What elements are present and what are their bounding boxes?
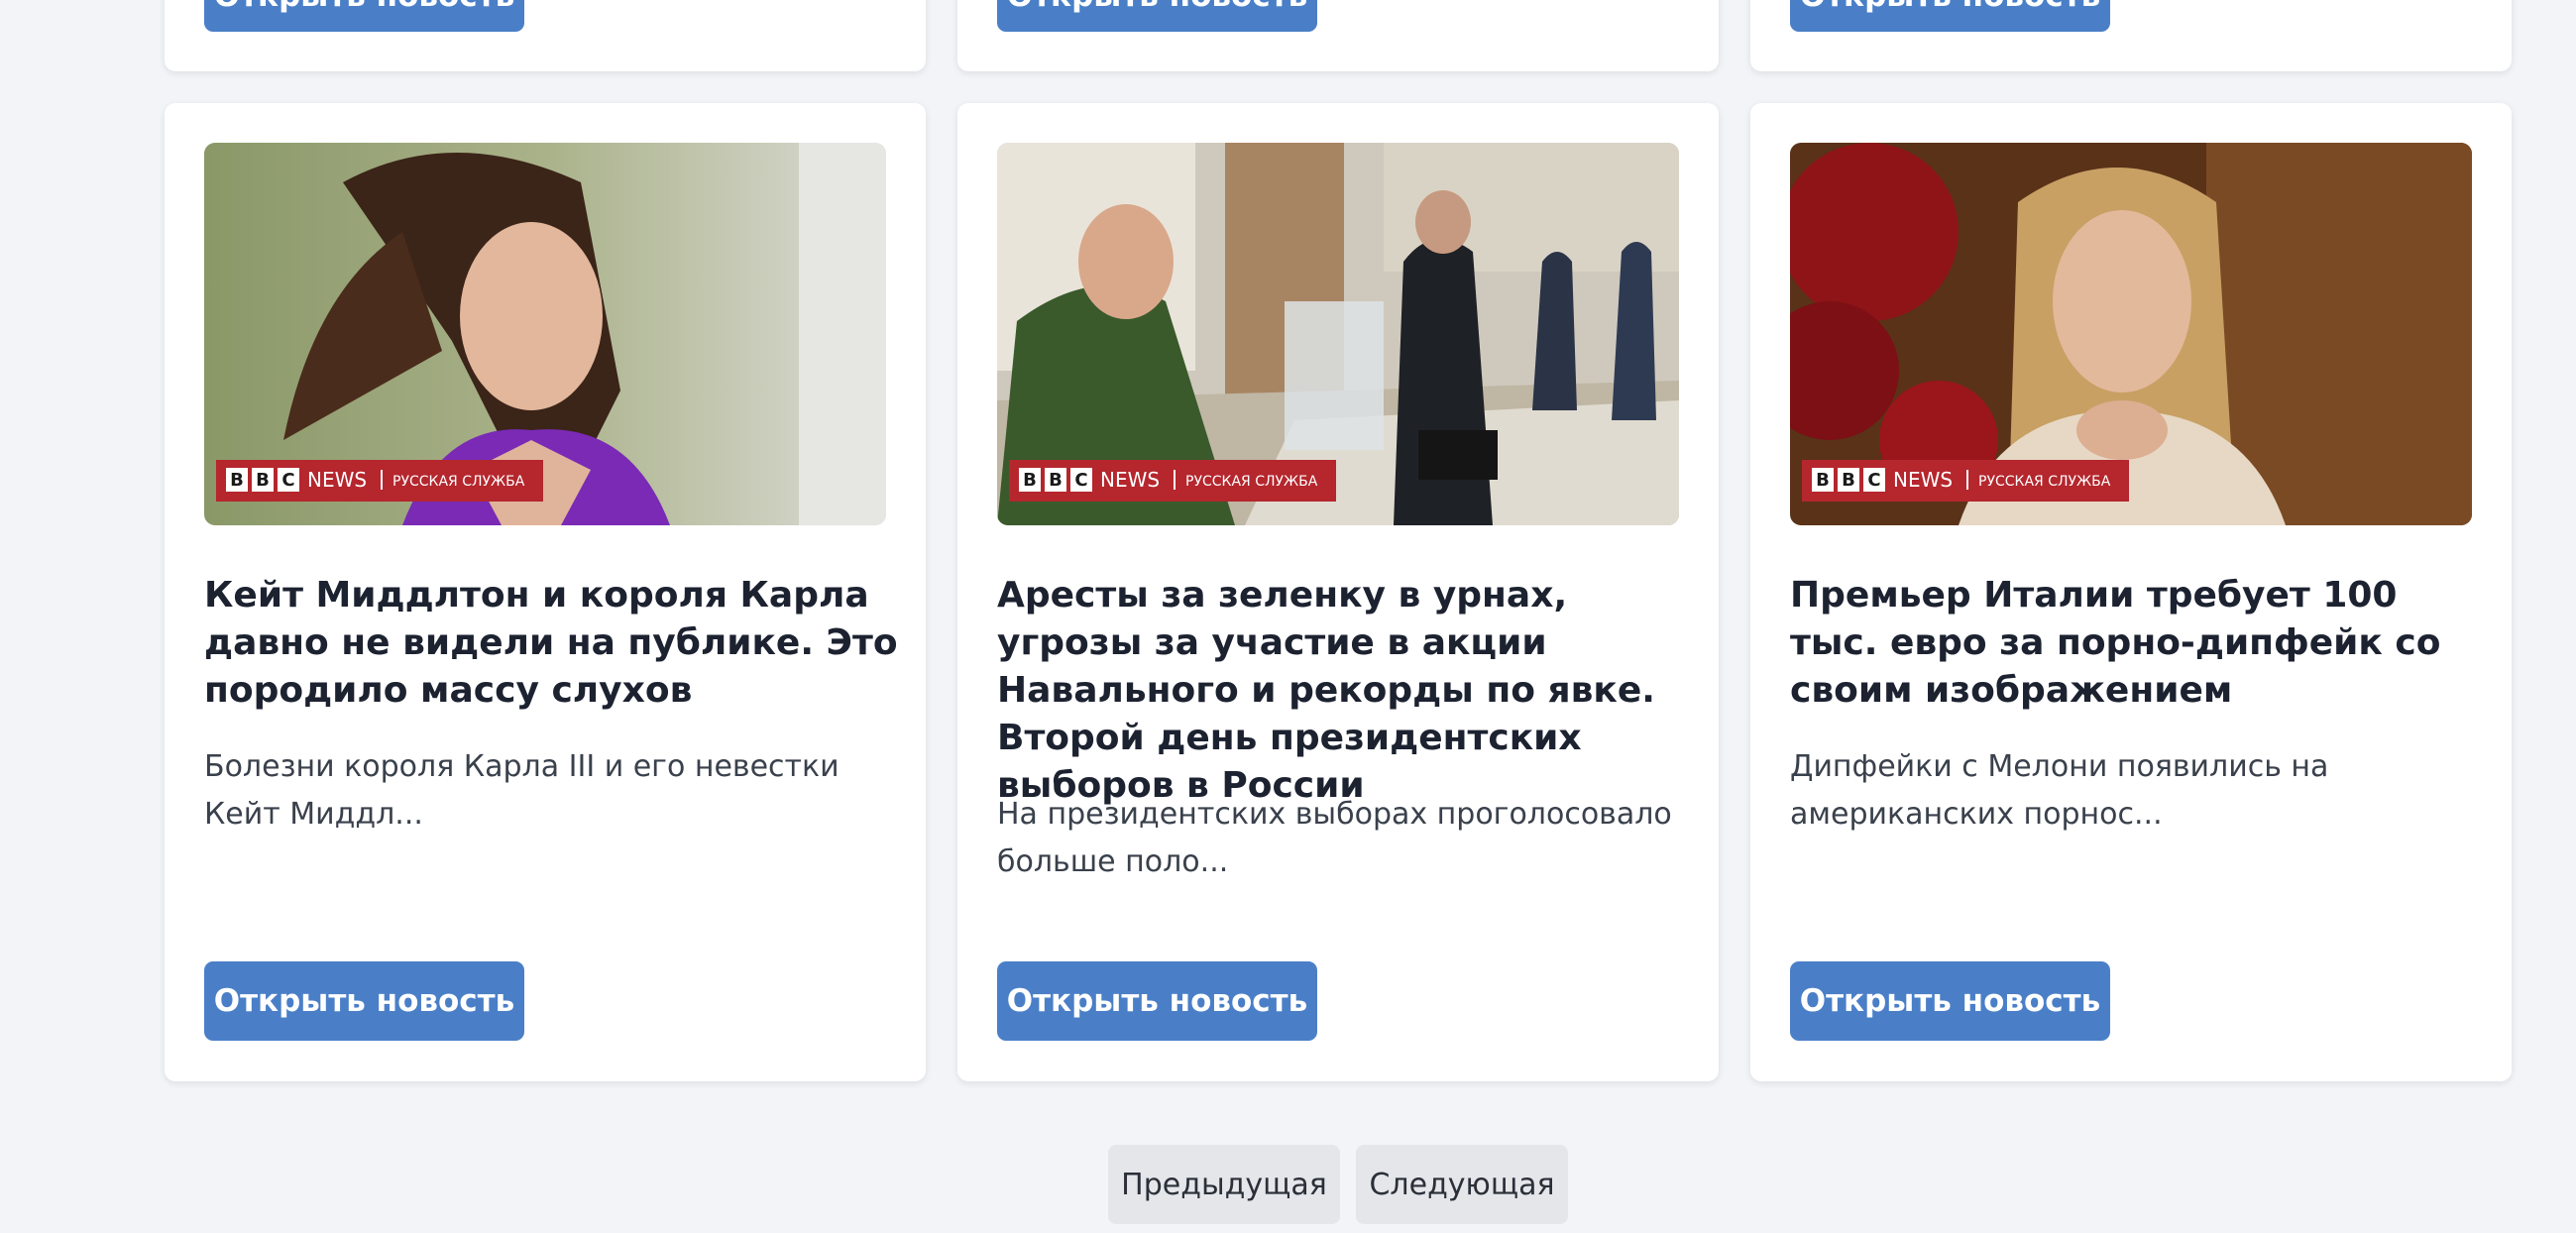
bbc-logo-letter: B — [1842, 470, 1855, 491]
news-card-top-1: Открыть новость — [165, 0, 926, 71]
news-thumbnail: B B C NEWS РУССКАЯ СЛУЖБА — [997, 143, 1679, 525]
bbc-news-word: NEWS — [1100, 468, 1160, 492]
news-description: На президентских выборах проголосовало б… — [997, 797, 1672, 879]
bbc-logo-letter: C — [281, 470, 294, 491]
bbc-service-name: РУССКАЯ СЛУЖБА — [1185, 474, 1318, 490]
bbc-logo-letter: B — [1049, 470, 1063, 491]
open-news-button[interactable]: Открыть новость — [1790, 0, 2110, 32]
open-news-button[interactable]: Открыть новость — [1790, 961, 2110, 1041]
bbc-logo-letter: B — [230, 470, 244, 491]
news-card: B B C NEWS РУССКАЯ СЛУЖБА Премьер Италии… — [1750, 103, 2512, 1081]
portrait-photo: B B C NEWS РУССКАЯ СЛУЖБА — [204, 143, 886, 525]
news-card: B B C NEWS РУССКАЯ СЛУЖБА Кейт Миддлтон … — [165, 103, 926, 1081]
news-card: B B C NEWS РУССКАЯ СЛУЖБА Аресты за зеле… — [957, 103, 1719, 1081]
news-title: Аресты за зеленку в урнах, угрозы за уча… — [997, 575, 1655, 806]
open-news-button[interactable]: Открыть новость — [204, 961, 524, 1041]
bbc-news-word: NEWS — [307, 468, 367, 492]
bbc-logo-letter: B — [1023, 470, 1037, 491]
bbc-news-banner: B B C NEWS РУССКАЯ СЛУЖБА — [1009, 460, 1336, 502]
open-news-button[interactable]: Открыть новость — [997, 961, 1317, 1041]
bbc-service-name: РУССКАЯ СЛУЖБА — [392, 474, 525, 490]
bbc-news-word: NEWS — [1893, 468, 1953, 492]
news-title: Премьер Италии требует 100 тыс. евро за … — [1790, 575, 2441, 711]
news-thumbnail: B B C NEWS РУССКАЯ СЛУЖБА — [1790, 143, 2472, 525]
bbc-news-banner: B B C NEWS РУССКАЯ СЛУЖБА — [1802, 460, 2129, 502]
news-thumbnail: B B C NEWS РУССКАЯ СЛУЖБА — [204, 143, 886, 525]
news-card-top-3: Открыть новость — [1750, 0, 2512, 71]
bbc-service-name: РУССКАЯ СЛУЖБА — [1978, 474, 2111, 490]
portrait-photo: B B C NEWS РУССКАЯ СЛУЖБА — [1790, 143, 2472, 525]
news-page: Открыть новость Открыть новость Открыть … — [0, 0, 2576, 1233]
news-title: Кейт Миддлтон и короля Карла давно не ви… — [204, 575, 898, 711]
open-news-button[interactable]: Открыть новость — [997, 0, 1317, 32]
news-description: Болезни короля Карла III и его невестки … — [204, 749, 840, 832]
next-page-button[interactable]: Следующая — [1356, 1145, 1568, 1224]
bbc-logo-letter: B — [1816, 470, 1830, 491]
bbc-logo-letter: C — [1867, 470, 1880, 491]
bbc-logo-letter: B — [256, 470, 270, 491]
bbc-news-banner: B B C NEWS РУССКАЯ СЛУЖБА — [216, 460, 543, 502]
polling-station-photo: B B C NEWS РУССКАЯ СЛУЖБА — [997, 143, 1679, 525]
previous-page-button[interactable]: Предыдущая — [1108, 1145, 1340, 1224]
news-card-top-2: Открыть новость — [957, 0, 1719, 71]
bbc-logo-letter: C — [1074, 470, 1087, 491]
news-description: Дипфейки с Мелони появились на американс… — [1790, 749, 2329, 832]
open-news-button[interactable]: Открыть новость — [204, 0, 524, 32]
